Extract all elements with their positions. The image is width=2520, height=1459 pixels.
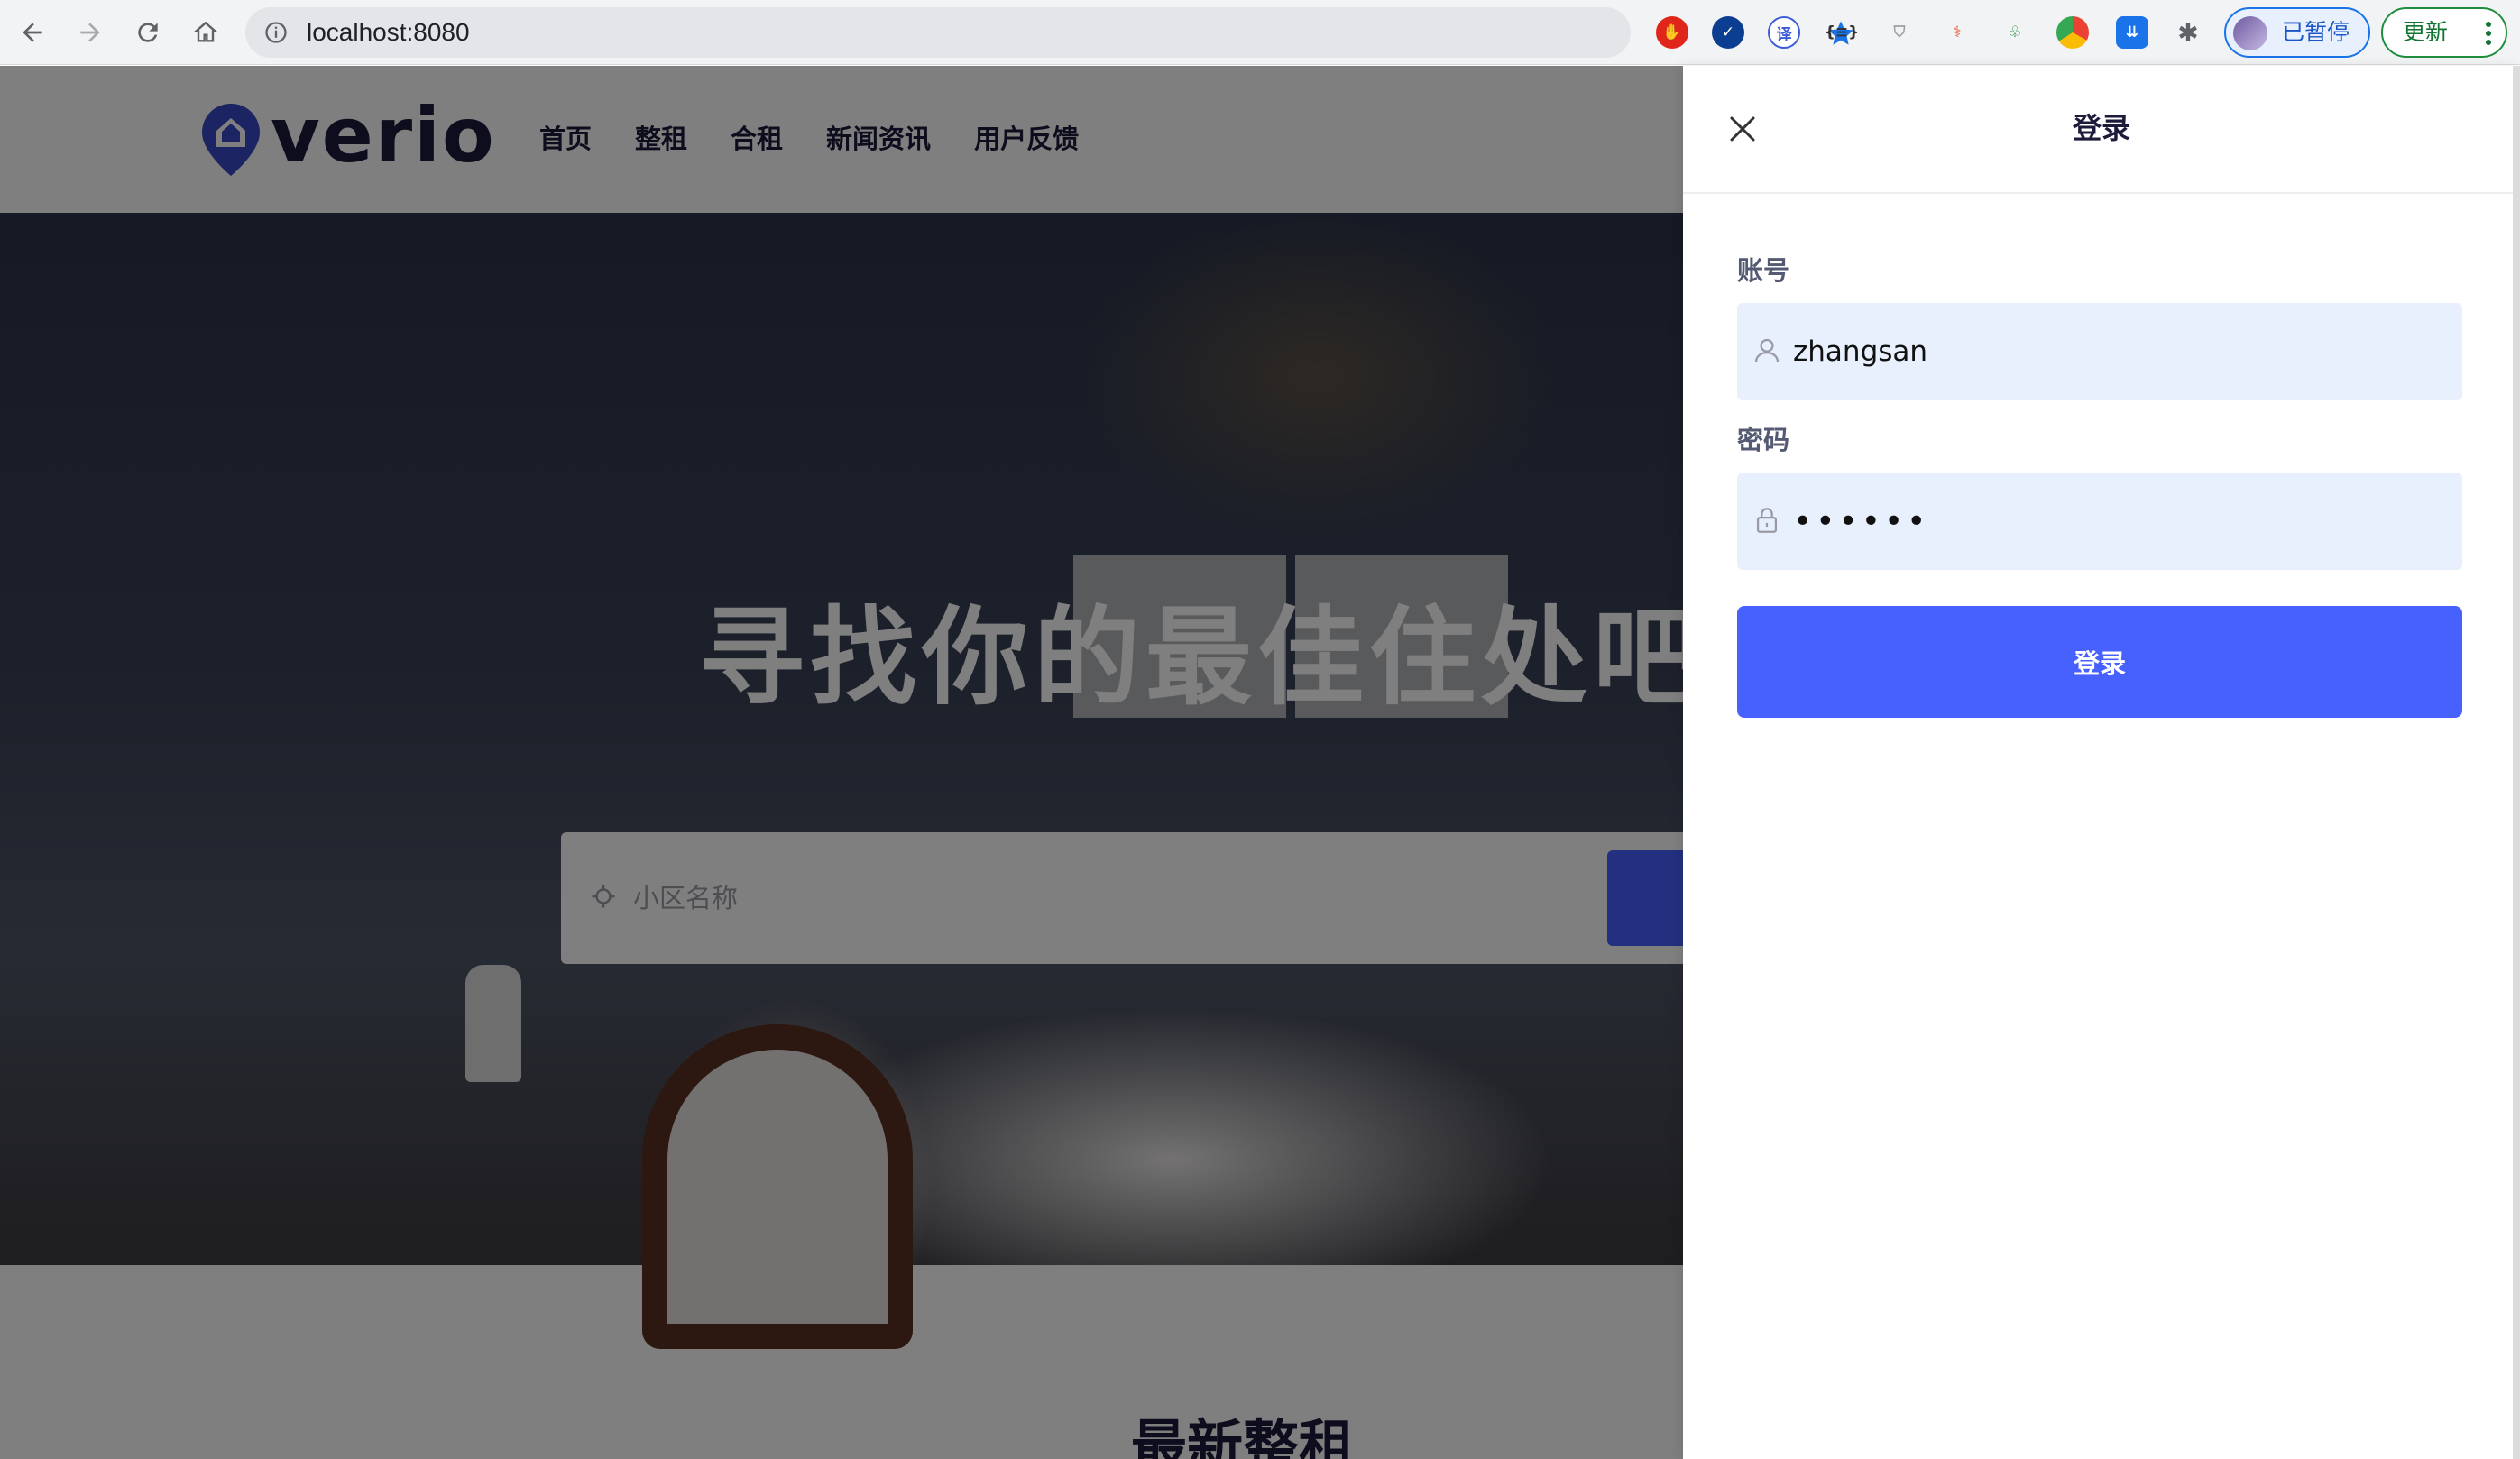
- json-icon[interactable]: {≡}: [1825, 16, 1859, 49]
- back-button[interactable]: [14, 14, 51, 50]
- home-button[interactable]: [188, 14, 224, 50]
- shield-icon[interactable]: ⛉: [1883, 16, 1916, 49]
- forward-button[interactable]: [72, 14, 108, 50]
- reload-icon: [138, 23, 158, 42]
- user-icon: [1754, 338, 1780, 362]
- avatar: [2233, 16, 2267, 50]
- modal-overlay[interactable]: [0, 66, 1683, 1459]
- reload-button[interactable]: [130, 14, 166, 50]
- address-bar[interactable]: localhost:8080: [245, 7, 1853, 58]
- browser-toolbar: localhost:8080 ✋ ✓ 译 {≡} ⛉ ⚕ ♧ ⇊ ✱ 已暂停 更…: [0, 0, 2520, 65]
- network-icon[interactable]: ⚕: [1941, 16, 1973, 49]
- adblock-icon[interactable]: ✋: [1656, 16, 1688, 49]
- home-icon: [193, 21, 218, 42]
- password-input[interactable]: [1793, 473, 2442, 570]
- update-button[interactable]: 更新: [2381, 7, 2507, 58]
- account-label: 账号: [1737, 255, 1790, 286]
- profile-status-label: 已暂停: [2282, 19, 2350, 45]
- drawer-header: 登录: [1683, 66, 2520, 194]
- download-icon[interactable]: ⇊: [2116, 16, 2148, 49]
- password-label: 密码: [1737, 425, 1790, 455]
- extensions-icon[interactable]: ✱: [2172, 16, 2204, 49]
- arrow-left-icon: [23, 23, 42, 42]
- account-input[interactable]: [1793, 303, 2442, 400]
- arrow-right-icon: [80, 23, 100, 42]
- url-text[interactable]: localhost:8080: [307, 7, 470, 58]
- login-drawer: 登录 账号 密码 登录: [1683, 66, 2520, 1459]
- drawer-title: 登录: [2072, 111, 2130, 145]
- scrollbar[interactable]: [2513, 66, 2520, 1459]
- translate-icon[interactable]: 译: [1768, 16, 1800, 49]
- login-button[interactable]: 登录: [1737, 606, 2462, 718]
- check-icon[interactable]: ✓: [1712, 16, 1744, 49]
- chrome-color-icon[interactable]: [2056, 16, 2089, 49]
- update-label: 更新: [2403, 19, 2449, 45]
- puzzle-green-icon[interactable]: ♧: [1999, 16, 2031, 49]
- more-vert-icon: [2486, 22, 2491, 45]
- page-background: verio 首页 整租 合租 新闻资讯 用户反馈 寻找你的最佳住处吧 小区名称 …: [0, 66, 1683, 1459]
- info-icon[interactable]: [263, 20, 289, 45]
- account-field[interactable]: [1737, 303, 2462, 400]
- profile-button[interactable]: 已暂停: [2224, 7, 2370, 58]
- lock-icon: [1756, 508, 1778, 533]
- password-field[interactable]: [1737, 473, 2462, 570]
